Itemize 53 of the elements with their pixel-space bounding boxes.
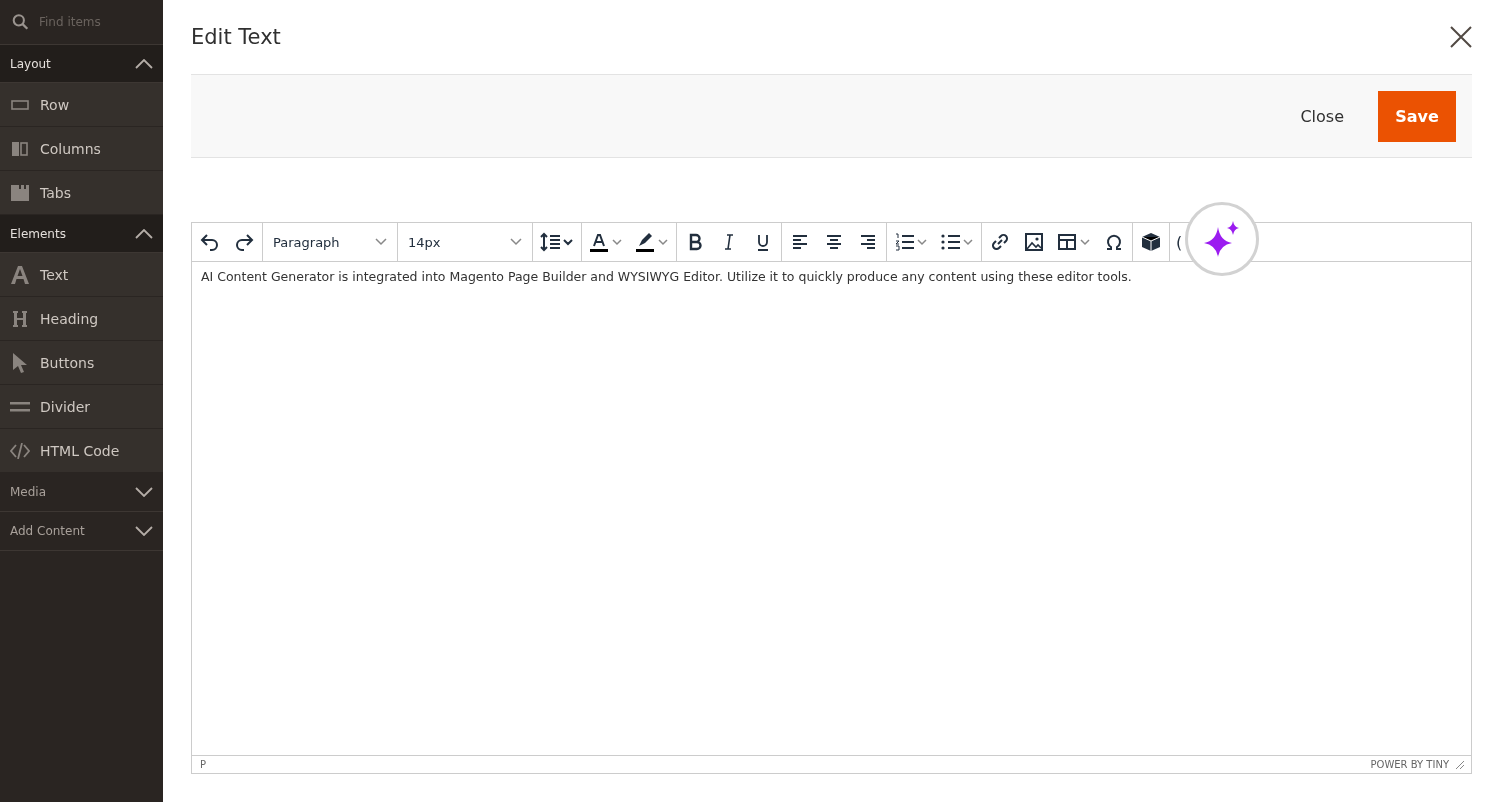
close-icon[interactable]	[1450, 26, 1472, 48]
line-height-icon[interactable]	[539, 230, 575, 254]
sidebar-item[interactable]: Text	[0, 253, 163, 297]
font-size-dropdown[interactable]: 14px	[404, 234, 526, 250]
tabs-icon	[10, 184, 30, 201]
close-button[interactable]: Close	[1288, 96, 1356, 136]
rectangle-icon	[10, 99, 30, 110]
item-label: Tabs	[40, 184, 71, 201]
item-label: Divider	[40, 398, 91, 415]
section-title: Layout	[10, 56, 51, 71]
sidebar-item[interactable]: Columns	[0, 127, 163, 171]
modal-title: Edit Text	[191, 25, 281, 49]
image-icon[interactable]	[1022, 230, 1046, 254]
sidebar-item[interactable]: Row	[0, 83, 163, 127]
chevron-icon	[135, 228, 153, 239]
sidebar-item[interactable]: Divider	[0, 385, 163, 429]
section-title: Media	[10, 485, 47, 499]
item-label: Text	[40, 266, 69, 283]
section-title: Add Content	[10, 524, 85, 538]
chevron-icon	[135, 58, 153, 69]
search-field[interactable]: Find items	[37, 14, 151, 30]
highlight-icon[interactable]	[634, 230, 670, 254]
chevron-icon	[135, 526, 153, 536]
resize-handle-icon[interactable]	[1455, 759, 1465, 770]
item-label: Buttons	[40, 354, 95, 371]
element-path: P	[200, 759, 207, 770]
toolbar-button-label[interactable]: (	[1176, 232, 1183, 252]
branding-text: POWER BY TINY	[1370, 759, 1449, 770]
chevron-icon	[510, 238, 522, 246]
numbered-list-icon[interactable]	[893, 230, 929, 254]
block-format-dropdown[interactable]: Paragraph	[269, 234, 391, 250]
sidebar-item[interactable]: HTML Code	[0, 429, 163, 473]
columns-icon	[10, 141, 30, 156]
sidebar-section-header[interactable]: Layout	[0, 45, 163, 83]
save-button[interactable]: Save	[1378, 90, 1456, 142]
item-label: Row	[40, 96, 70, 113]
sidebar-item[interactable]: Tabs	[0, 171, 163, 215]
chevron-icon	[375, 238, 387, 246]
section-title: Elements	[10, 226, 66, 241]
item-label: HTML Code	[40, 442, 120, 459]
item-label: Heading	[40, 310, 99, 327]
editor-text: AI Content Generator is integrated into Magento Page Builder and WYSIWYG Editor. Utilize it to quickly produce any content using these editor tools.	[201, 269, 1133, 284]
search-icon	[12, 12, 29, 32]
item-label: Columns	[40, 140, 101, 157]
cube-icon[interactable]	[1139, 230, 1163, 254]
heading-icon	[10, 310, 30, 327]
sidebar-section-header[interactable]: Elements	[0, 215, 163, 253]
letter-icon	[10, 265, 30, 284]
sidebar-item[interactable]: Heading	[0, 297, 163, 341]
sidebar-item[interactable]: Buttons	[0, 341, 163, 385]
chevron-icon	[135, 487, 153, 497]
code-icon	[10, 442, 30, 459]
divider-icon	[10, 401, 30, 412]
